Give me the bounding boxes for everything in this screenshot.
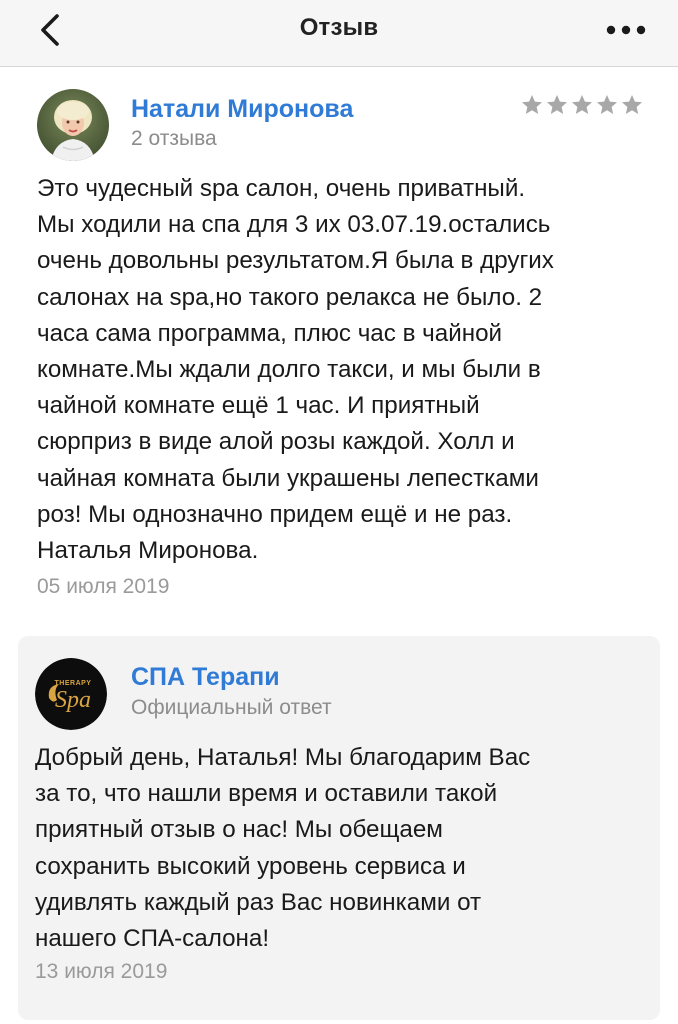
more-horizontal-icon (606, 25, 646, 35)
official-reply-card: THERAPY Spa СПА Терапи Официальный ответ… (18, 636, 660, 1020)
reply-date: 13 июля 2019 (35, 960, 168, 983)
reply-author-name[interactable]: СПА Терапи (131, 663, 280, 692)
rating-stars (520, 93, 644, 117)
star-icon (522, 95, 542, 114)
top-bar: Отзыв (0, 0, 678, 67)
logo-text-top: THERAPY (55, 680, 92, 687)
review-author-review-count: 2 отзыва (131, 127, 217, 150)
review-text: Это чудесный spa салон, очень приватный.… (37, 175, 554, 565)
star-icon (622, 95, 642, 114)
more-options-button[interactable] (596, 8, 656, 52)
star-icon (547, 95, 567, 114)
page-title: Отзыв (299, 14, 379, 41)
star-icon (597, 95, 617, 114)
logo-text-main: Spa (55, 687, 91, 713)
author-avatar[interactable] (37, 89, 109, 161)
review-card: Натали Миронова 2 отзыва Это чудесный sp… (0, 67, 678, 627)
official-reply-label: Официальный ответ (131, 696, 332, 719)
star-icon (572, 95, 592, 114)
review-author-name[interactable]: Натали Миронова (131, 95, 353, 124)
review-date: 05 июля 2019 (37, 575, 170, 598)
reply-text: Добрый день, Наталья! Мы благодарим Вас … (35, 744, 531, 953)
business-logo[interactable]: THERAPY Spa (35, 658, 107, 730)
